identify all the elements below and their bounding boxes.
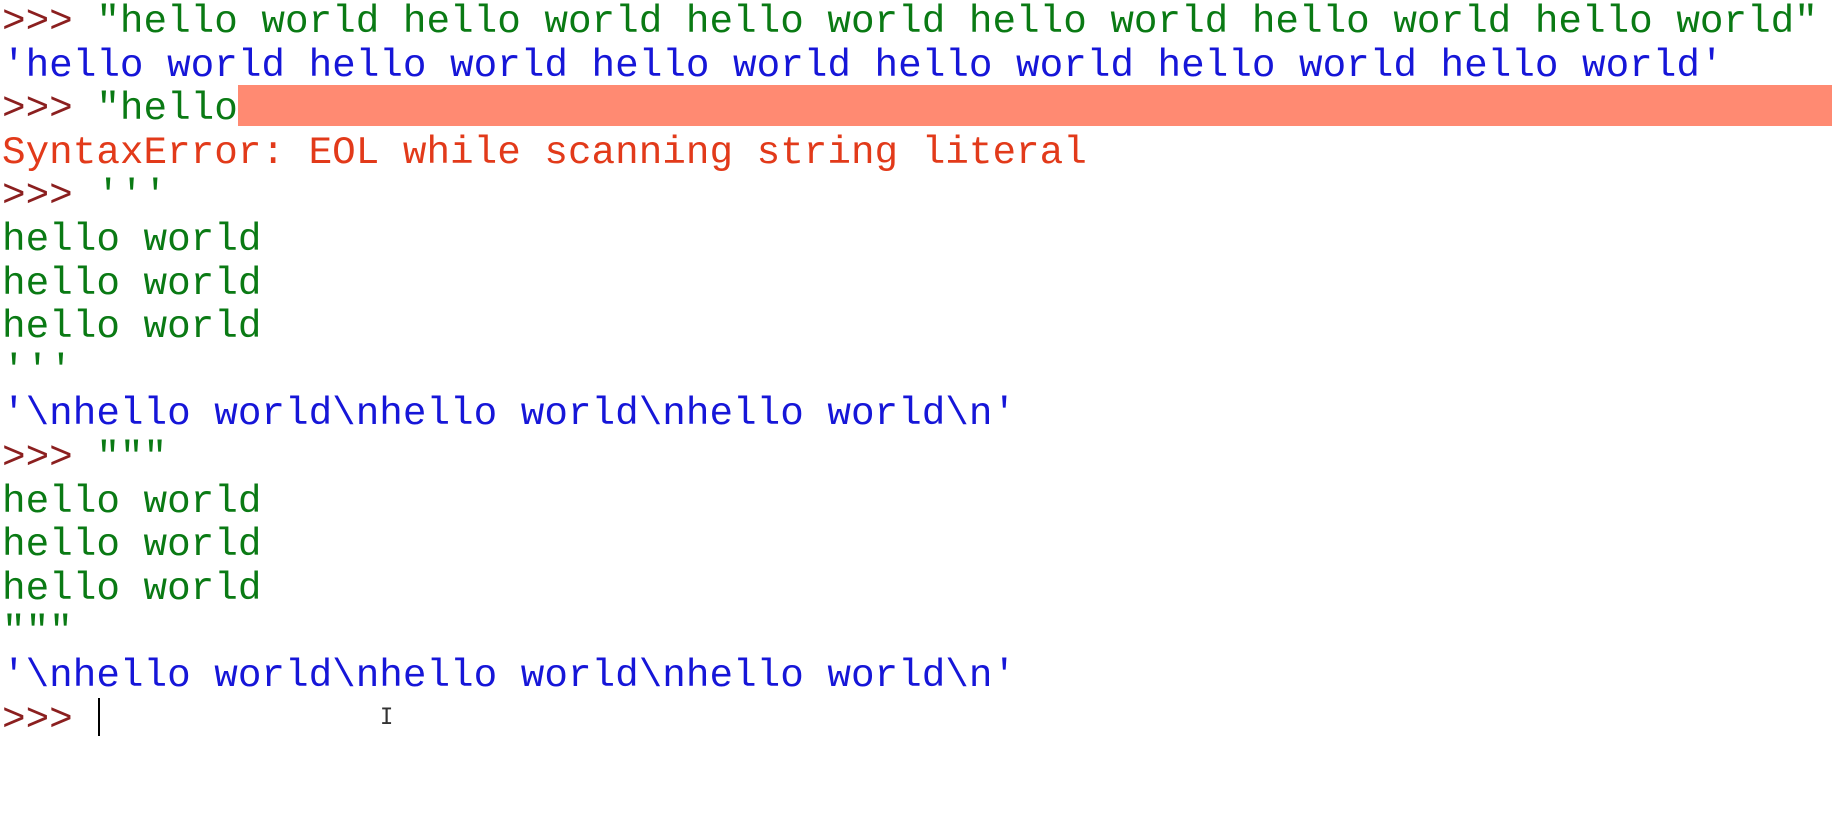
input-text: hello world xyxy=(2,304,262,350)
shell-line: hello world xyxy=(2,523,1832,567)
input-text: hello world xyxy=(2,478,262,524)
text-caret xyxy=(98,697,101,736)
shell-line: '\nhello world\nhello world\nhello world… xyxy=(2,392,1832,436)
shell-line: hello world xyxy=(2,218,1832,262)
input-text: ''' xyxy=(96,173,168,219)
shell-line: ''' xyxy=(2,347,1832,393)
shell-input-line[interactable]: >>> xyxy=(2,696,1832,742)
shell-line: >>> "hello world hello world hello world… xyxy=(2,0,1832,44)
input-text: ''' xyxy=(2,347,73,393)
shell-line: >>> """ xyxy=(2,436,1832,480)
shell-line: >>> ''' xyxy=(2,174,1832,218)
output-text: 'hello world hello world hello world hel… xyxy=(2,42,1724,88)
shell-line: >>> "hello xyxy=(2,87,1832,131)
input-text: """ xyxy=(96,434,168,480)
shell-line: hello world xyxy=(2,478,1832,524)
output-text: '\nhello world\nhello world\nhello world… xyxy=(2,391,1017,437)
input-text: hello world xyxy=(2,260,262,306)
prompt: >>> xyxy=(2,434,97,480)
input-text: "hello world hello world hello world hel… xyxy=(96,0,1818,44)
prompt: >>> xyxy=(2,696,97,742)
shell-line: """ xyxy=(2,610,1832,654)
input-text: "hello xyxy=(96,86,238,132)
shell-line: SyntaxError: EOL while scanning string l… xyxy=(2,129,1832,175)
prompt: >>> xyxy=(2,0,97,44)
prompt: >>> xyxy=(2,173,97,219)
input-text: """ xyxy=(2,609,73,655)
shell-line: hello world xyxy=(2,565,1832,611)
input-text: hello world xyxy=(2,565,262,611)
prompt: >>> xyxy=(2,86,97,132)
shell-line: '\nhello world\nhello world\nhello world… xyxy=(2,654,1832,698)
shell-line: hello world xyxy=(2,305,1832,349)
output-text: '\nhello world\nhello world\nhello world… xyxy=(2,652,1017,698)
python-shell[interactable]: >>> "hello world hello world hello world… xyxy=(2,0,1832,823)
error-message: SyntaxError: EOL while scanning string l… xyxy=(2,129,1087,175)
input-text: hello world xyxy=(2,522,262,568)
input-text: hello world xyxy=(2,216,262,262)
shell-line: hello world xyxy=(2,260,1832,306)
shell-line: 'hello world hello world hello world hel… xyxy=(2,42,1832,88)
